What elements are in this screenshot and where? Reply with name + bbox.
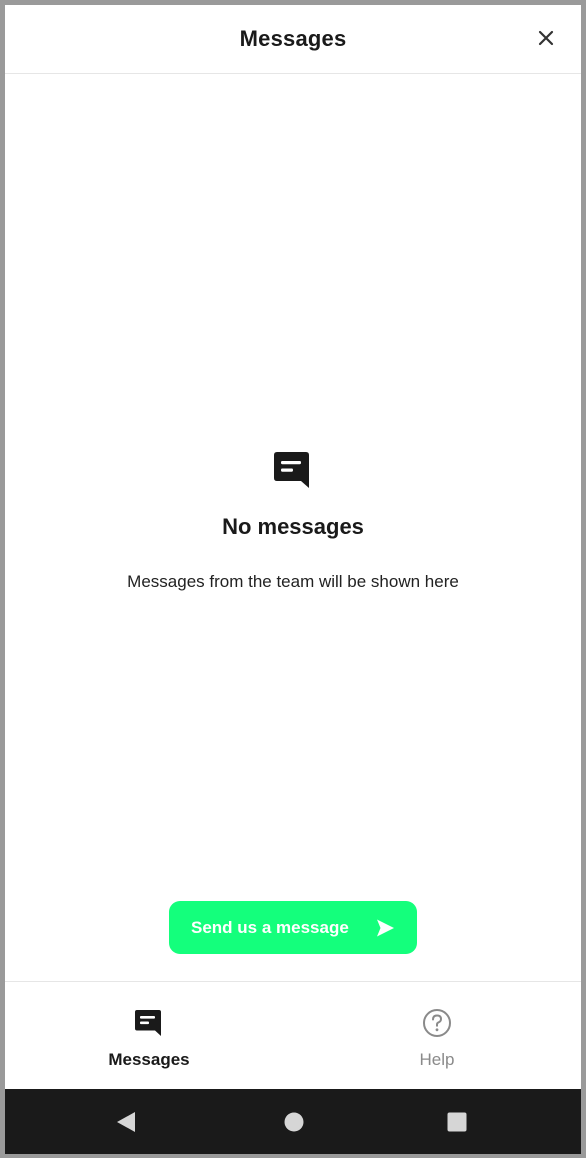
tab-help[interactable]: Help <box>337 982 537 1090</box>
empty-state: No messages Messages from the team will … <box>5 450 581 592</box>
tab-messages[interactable]: Messages <box>49 982 249 1090</box>
home-icon[interactable] <box>283 1111 305 1133</box>
empty-subtitle: Messages from the team will be shown her… <box>127 572 459 591</box>
send-arrow-icon <box>377 919 394 937</box>
send-message-button[interactable]: Send us a message <box>169 901 417 954</box>
help-question-icon <box>423 1009 451 1037</box>
header: Messages <box>5 5 581 74</box>
tab-help-label: Help <box>419 1050 455 1069</box>
message-icon <box>135 1010 161 1036</box>
message-icon <box>274 452 309 488</box>
system-nav-bar <box>5 1089 581 1154</box>
send-message-label: Send us a message <box>191 917 349 937</box>
back-icon[interactable] <box>115 1110 137 1134</box>
tab-messages-label: Messages <box>108 1050 190 1069</box>
empty-title: No messages <box>222 514 364 539</box>
close-button[interactable] <box>535 27 557 49</box>
messages-screen: Messages No messages Messages from the t… <box>5 5 581 1154</box>
close-icon <box>538 30 554 46</box>
page-title: Messages <box>239 26 347 51</box>
recents-icon[interactable] <box>446 1111 468 1133</box>
bottom-tab-bar: Messages Help <box>5 981 581 1089</box>
